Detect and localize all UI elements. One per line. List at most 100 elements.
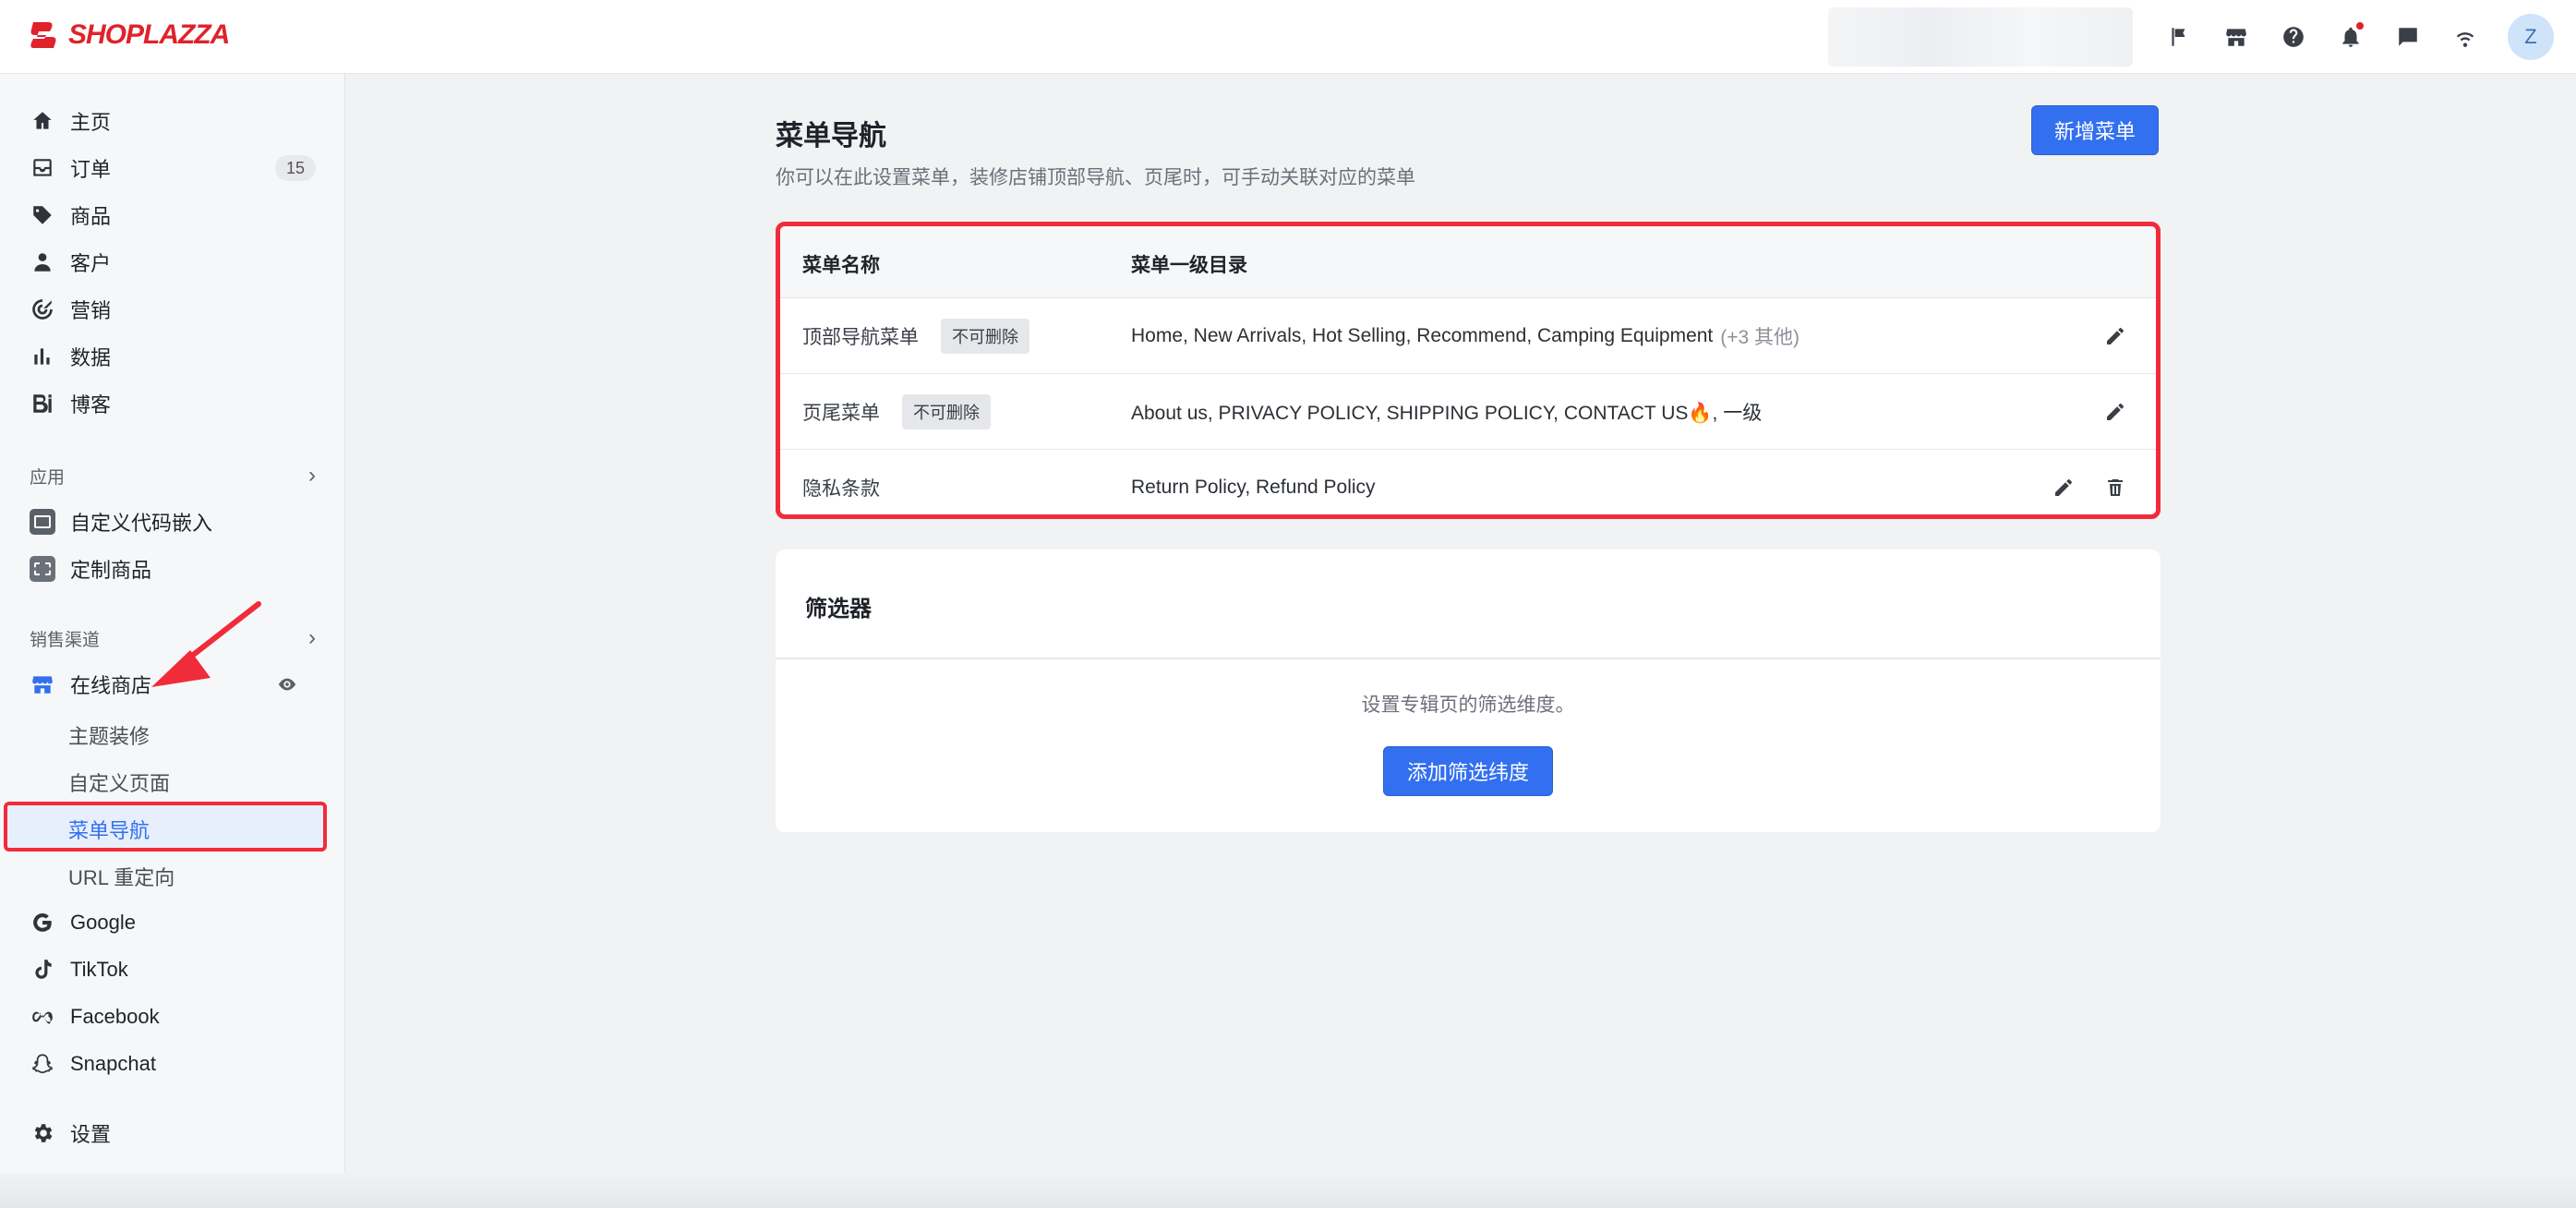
menu-items-text: Home, New Arrivals, Hot Selling, Recomme… (1131, 325, 1714, 346)
menu-name: 页尾菜单 (802, 403, 880, 424)
sidebar-item-code-embed[interactable]: 自定义代码嵌入 (18, 501, 327, 543)
tiktok-icon (30, 957, 55, 983)
chevron-right-icon: › (308, 625, 316, 650)
sidebar-item-tiktok[interactable]: TikTok (18, 948, 327, 991)
online-store-icon (30, 671, 55, 697)
target-icon (30, 296, 55, 322)
filter-title: 筛选器 (805, 597, 872, 622)
sidebar-item-snapchat[interactable]: Snapchat (18, 1043, 327, 1085)
sidebar-item-label: 订单 (70, 158, 112, 181)
column-header-first-level: 菜单一级目录 (1131, 255, 1247, 276)
sidebar-item-label: 定制商品 (70, 559, 152, 582)
store-icon[interactable] (2221, 22, 2251, 52)
sidebar-item-label: 客户 (70, 252, 112, 275)
sidebar-item-label: 自定义代码嵌入 (70, 512, 213, 535)
sidebar-item-label: Snapchat (70, 1052, 156, 1075)
bar-chart-icon (30, 344, 55, 369)
menu-items-text: About us, PRIVACY POLICY, SHIPPING POLIC… (1131, 403, 1763, 424)
sidebar-item-label: 博客 (70, 393, 112, 417)
flag-icon[interactable] (2164, 22, 2194, 52)
sidebar-item-label: 设置 (70, 1123, 112, 1146)
inbox-icon (30, 155, 55, 181)
menu-items-text: Return Policy, Refund Policy (1131, 477, 1376, 498)
blog-icon (30, 391, 55, 417)
menu-name-cell: 页尾菜单 不可删除 (802, 374, 991, 450)
sidebar-item-analytics[interactable]: 数据 (18, 335, 327, 378)
shoplazza-logo-icon (30, 22, 56, 48)
sidebar-item-orders[interactable]: 订单 15 (18, 147, 327, 189)
sidebar-item-customers[interactable]: 客户 (18, 241, 327, 284)
menu-name: 顶部导航菜单 (802, 327, 919, 348)
sidebar-subitem-menu-navigation[interactable]: 菜单导航 (68, 809, 150, 850)
active-item-highlight (4, 802, 327, 852)
person-icon (30, 249, 55, 275)
trash-icon[interactable] (2102, 475, 2128, 501)
filter-description: 设置专辑页的筛选维度。 (1361, 695, 1575, 716)
menu-name: 隐私条款 (802, 478, 880, 500)
sales-channels-title: 销售渠道 (30, 630, 101, 650)
sidebar-item-label: Facebook (70, 1005, 160, 1028)
menu-items-cell: Home, New Arrivals, Hot Selling, Recomme… (1131, 298, 1800, 374)
menu-items-cell: Return Policy, Refund Policy (1131, 450, 1376, 514)
store-search-field[interactable] (1828, 7, 2133, 66)
logo-text: SHOPLAZZA (68, 19, 230, 50)
help-icon[interactable] (2279, 22, 2308, 52)
notification-dot (2356, 22, 2364, 30)
more-items-count: (+3 其他) (1720, 327, 1800, 348)
sidebar-item-home[interactable]: 主页 (18, 100, 327, 142)
chat-icon[interactable] (2393, 22, 2423, 52)
undeletable-tag: 不可删除 (902, 394, 991, 429)
gear-icon (30, 1120, 55, 1146)
sidebar-subitem-custom-pages[interactable]: 自定义页面 (68, 762, 170, 803)
custom-product-icon (30, 556, 55, 582)
sidebar-item-label: Google (70, 911, 136, 934)
sidebar-item-blog[interactable]: 博客 (18, 382, 327, 425)
table-header: 菜单名称 菜单一级目录 (780, 226, 2156, 298)
bell-icon[interactable] (2336, 22, 2365, 52)
edit-icon[interactable] (2102, 323, 2128, 349)
sidebar-item-label: TikTok (70, 958, 128, 981)
sidebar-item-label: 主页 (70, 111, 112, 134)
add-menu-button[interactable]: 新增菜单 (2031, 105, 2159, 155)
sidebar-item-custom-product[interactable]: 定制商品 (18, 548, 327, 590)
column-header-menu-name: 菜单名称 (802, 255, 880, 276)
avatar[interactable]: Z (2508, 14, 2554, 60)
menu-items-cell: About us, PRIVACY POLICY, SHIPPING POLIC… (1131, 374, 1762, 450)
table-row[interactable]: 隐私条款 Return Policy, Refund Policy (780, 450, 2156, 514)
bottom-edge (0, 1173, 2576, 1208)
sidebar-subitem-theme[interactable]: 主题装修 (68, 715, 150, 755)
sidebar-item-facebook[interactable]: Facebook (18, 996, 327, 1038)
table-row[interactable]: 页尾菜单 不可删除 About us, PRIVACY POLICY, SHIP… (780, 374, 2156, 450)
add-filter-dimension-button[interactable]: 添加筛选纬度 (1383, 746, 1553, 796)
sidebar-item-products[interactable]: 商品 (18, 194, 327, 236)
home-icon (30, 108, 55, 134)
page-subtitle: 你可以在此设置菜单，装修店铺顶部导航、页尾时，可手动关联对应的菜单 (776, 167, 1415, 188)
page-title: 菜单导航 (776, 121, 886, 151)
sidebar-item-label: 数据 (70, 346, 112, 369)
divider (776, 658, 2161, 659)
sidebar-item-settings[interactable]: 设置 (18, 1112, 327, 1154)
filter-card: 筛选器 设置专辑页的筛选维度。 添加筛选纬度 (776, 550, 2161, 832)
shoplazza-logo[interactable]: SHOPLAZZA (28, 17, 230, 54)
tag-icon (30, 202, 55, 228)
sidebar-item-label: 营销 (70, 299, 112, 322)
code-embed-icon (30, 509, 55, 535)
undeletable-tag: 不可删除 (941, 319, 1029, 354)
edit-icon[interactable] (2102, 399, 2128, 425)
orders-count-badge: 15 (275, 155, 316, 181)
chevron-right-icon: › (308, 463, 316, 488)
sidebar-item-google[interactable]: Google (18, 901, 327, 944)
eye-icon[interactable] (275, 674, 299, 695)
wifi-icon[interactable] (2450, 22, 2480, 52)
snapchat-icon (30, 1051, 55, 1077)
menu-name-cell: 顶部导航菜单 不可删除 (802, 298, 1029, 374)
menu-name-cell: 隐私条款 (802, 450, 880, 514)
top-bar: SHOPLAZZA Z (0, 0, 2576, 74)
edit-icon[interactable] (2051, 475, 2076, 501)
sidebar-subitem-url-redirect[interactable]: URL 重定向 (68, 856, 175, 897)
apps-section-title: 应用 (30, 467, 66, 488)
apps-section-header[interactable]: 应用 › (30, 462, 316, 489)
sidebar-item-marketing[interactable]: 营销 (18, 288, 327, 331)
google-icon (30, 910, 55, 936)
table-row[interactable]: 顶部导航菜单 不可删除 Home, New Arrivals, Hot Sell… (780, 298, 2156, 374)
